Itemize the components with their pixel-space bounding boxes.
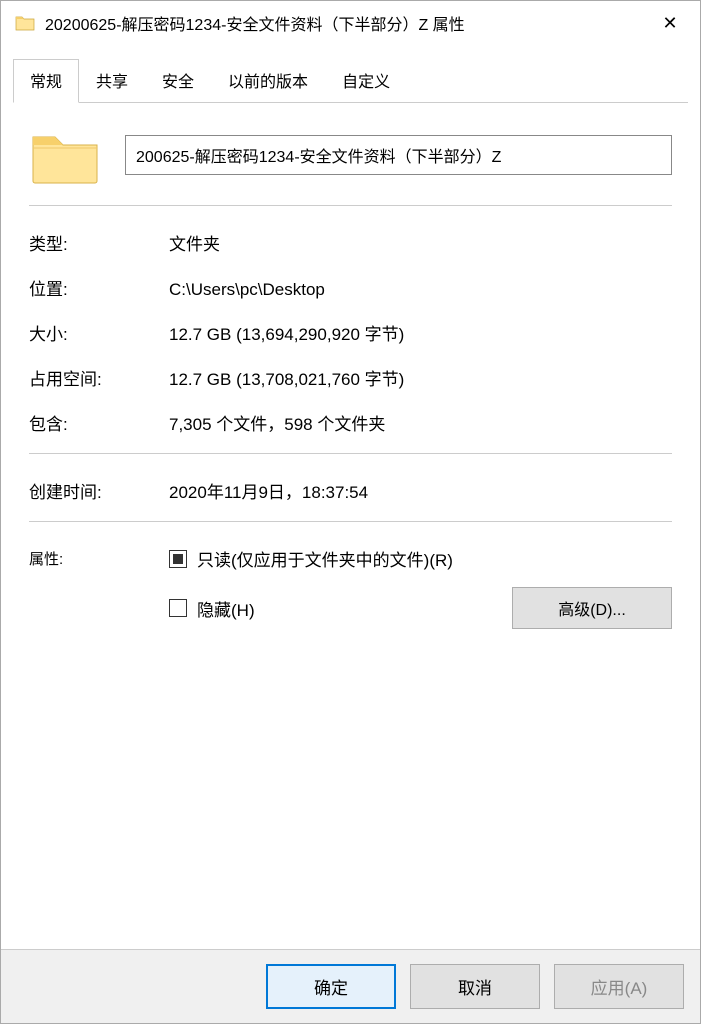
dialog-footer: 确定 取消 应用(A) [1,949,700,1023]
row-size: 大小: 12.7 GB (13,694,290,920 字节) [29,310,672,355]
properties-dialog: 20200625-解压密码1234-安全文件资料（下半部分）Z 属性 ✕ 常规 … [0,0,701,1024]
value-location: C:\Users\pc\Desktop [169,280,672,300]
window-title: 20200625-解压密码1234-安全文件资料（下半部分）Z 属性 [45,11,650,35]
row-size-on-disk: 占用空间: 12.7 GB (13,708,021,760 字节) [29,355,672,400]
label-size-on-disk: 占用空间: [29,365,169,390]
value-type: 文件夹 [169,230,672,255]
readonly-label: 只读(仅应用于文件夹中的文件)(R) [197,546,453,571]
value-size: 12.7 GB (13,694,290,920 字节) [169,320,672,345]
tab-customize[interactable]: 自定义 [325,59,407,103]
folder-icon [15,14,35,32]
tabs-container: 常规 共享 安全 以前的版本 自定义 [1,45,700,103]
folder-large-icon [29,123,101,187]
tab-previous-versions[interactable]: 以前的版本 [211,59,325,103]
value-contains: 7,305 个文件，598 个文件夹 [169,410,672,435]
label-attributes: 属性: [29,546,169,569]
hidden-label: 隐藏(H) [197,596,255,621]
readonly-checkbox[interactable] [169,550,187,568]
titlebar: 20200625-解压密码1234-安全文件资料（下半部分）Z 属性 ✕ [1,1,700,45]
tab-security[interactable]: 安全 [145,59,211,103]
hidden-checkbox[interactable] [169,599,187,617]
label-created: 创建时间: [29,478,169,503]
general-panel: 类型: 文件夹 位置: C:\Users\pc\Desktop 大小: 12.7… [1,103,700,949]
row-attributes: 属性: 只读(仅应用于文件夹中的文件)(R) 隐藏(H) 高级(D)... [29,536,672,629]
tab-strip: 常规 共享 安全 以前的版本 自定义 [13,59,688,103]
divider [29,453,672,454]
cancel-button[interactable]: 取消 [410,964,540,1009]
divider [29,205,672,206]
folder-name-input[interactable] [125,135,672,175]
header-row [29,123,672,187]
label-location: 位置: [29,275,169,300]
tab-sharing[interactable]: 共享 [79,59,145,103]
attributes-controls: 只读(仅应用于文件夹中的文件)(R) 隐藏(H) 高级(D)... [169,546,672,629]
row-created: 创建时间: 2020年11月9日，18:37:54 [29,468,672,513]
advanced-button[interactable]: 高级(D)... [512,587,672,629]
close-icon: ✕ [662,13,677,34]
row-type: 类型: 文件夹 [29,220,672,265]
row-location: 位置: C:\Users\pc\Desktop [29,265,672,310]
divider [29,521,672,522]
value-size-on-disk: 12.7 GB (13,708,021,760 字节) [169,365,672,390]
label-type: 类型: [29,230,169,255]
close-button[interactable]: ✕ [650,8,690,38]
label-contains: 包含: [29,410,169,435]
apply-button[interactable]: 应用(A) [554,964,684,1009]
row-contains: 包含: 7,305 个文件，598 个文件夹 [29,400,672,445]
readonly-checkbox-row[interactable]: 只读(仅应用于文件夹中的文件)(R) [169,546,672,571]
ok-button[interactable]: 确定 [266,964,396,1009]
label-size: 大小: [29,320,169,345]
hidden-checkbox-row[interactable]: 隐藏(H) [169,596,255,621]
value-created: 2020年11月9日，18:37:54 [169,478,672,503]
tab-general[interactable]: 常规 [13,59,79,103]
